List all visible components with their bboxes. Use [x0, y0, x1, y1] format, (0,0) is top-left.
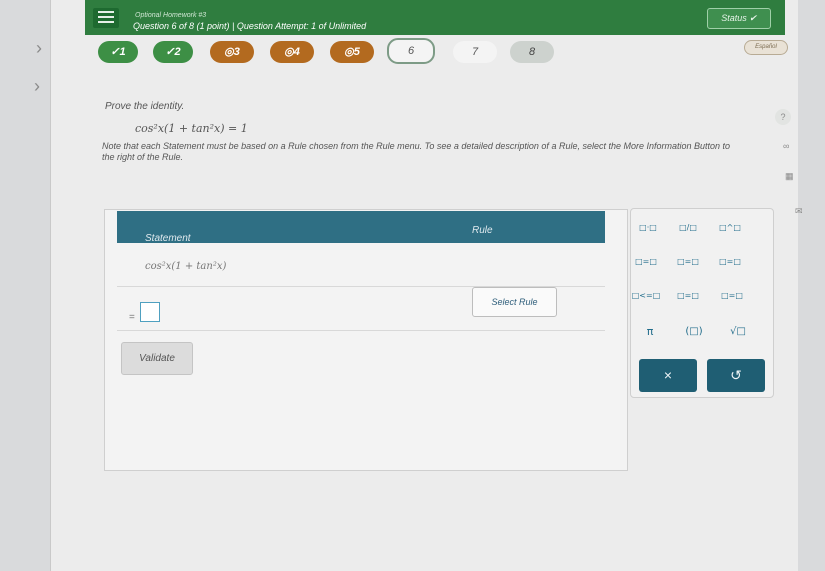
header-bar: Optional Homework #3 Question 6 of 8 (1 …	[85, 0, 785, 35]
equals-template-button-3[interactable]: □=□	[715, 251, 745, 273]
question-4-button[interactable]: ◎4	[270, 41, 314, 63]
less-equal-template-button[interactable]: □<=□	[631, 285, 661, 307]
question-8-button[interactable]: 8	[510, 41, 554, 63]
help-icon[interactable]: ?	[775, 109, 791, 125]
fraction-template-button[interactable]: □/□	[673, 217, 703, 239]
proof-panel: Statement Rule cos²x(1 + tan²x) = Select…	[104, 209, 628, 471]
question-7-button[interactable]: 7	[453, 41, 497, 63]
equals-prefix: =	[129, 312, 135, 323]
question-5-button[interactable]: ◎5	[330, 41, 374, 63]
clear-button[interactable]: ×	[639, 359, 697, 392]
next-arrow-icon[interactable]: ›	[34, 76, 40, 97]
pi-button[interactable]: π	[635, 321, 665, 343]
equals-template-button-5[interactable]: □=□	[717, 285, 747, 307]
equals-template-button-2[interactable]: □=□	[673, 251, 703, 273]
math-palette: □·□ □/□ □^□ □=□ □=□ □=□ □<=□ □=□ □=□ π (…	[630, 208, 774, 398]
sqrt-button[interactable]: √□	[723, 321, 753, 343]
hamburger-menu-icon[interactable]	[93, 8, 119, 28]
question-2-button[interactable]: ✓2	[153, 41, 193, 63]
question-3-button[interactable]: ◎3	[210, 41, 254, 63]
problem-prompt: Prove the identity.	[105, 101, 185, 112]
equals-template-button-1[interactable]: □=□	[631, 251, 661, 273]
validate-button[interactable]: Validate	[121, 342, 193, 375]
statement-input-box[interactable]	[140, 302, 160, 322]
mail-icon[interactable]: ✉	[795, 206, 803, 217]
statement-expression: cos²x(1 + tan²x)	[145, 261, 227, 272]
multiply-template-button[interactable]: □·□	[633, 217, 663, 239]
question-6-button[interactable]: 6	[387, 38, 435, 64]
exponent-template-button[interactable]: □^□	[715, 217, 745, 239]
parentheses-button[interactable]: (□)	[679, 321, 709, 343]
identity-expression: cos²x(1 + tan²x) = 1	[135, 122, 248, 135]
undo-button[interactable]: ↺	[707, 359, 765, 392]
status-button[interactable]: Status ✔	[707, 8, 771, 29]
language-button[interactable]: Español	[744, 40, 788, 55]
assignment-label: Optional Homework #3	[135, 12, 207, 19]
question-nav: ✓1 ✓2 ◎3 ◎4 ◎5 6 7 8 Español	[50, 38, 788, 68]
equals-template-button-4[interactable]: □=□	[673, 285, 703, 307]
prev-page-arrow-icon[interactable]: ›	[36, 38, 42, 59]
question-1-button[interactable]: ✓1	[98, 41, 138, 63]
proof-row-1: cos²x(1 + tan²x)	[117, 243, 605, 287]
question-info: Question 6 of 8 (1 point) | Question Att…	[133, 21, 367, 31]
proof-table-header: Statement Rule	[117, 211, 605, 244]
instruction-note: Note that each Statement must be based o…	[102, 141, 731, 162]
rule-header: Rule	[472, 225, 493, 236]
infinity-icon[interactable]: ∞	[783, 141, 789, 151]
select-rule-button[interactable]: Select Rule	[472, 287, 557, 317]
status-label: Status	[721, 13, 747, 23]
calculator-icon[interactable]: ▦	[785, 171, 794, 182]
